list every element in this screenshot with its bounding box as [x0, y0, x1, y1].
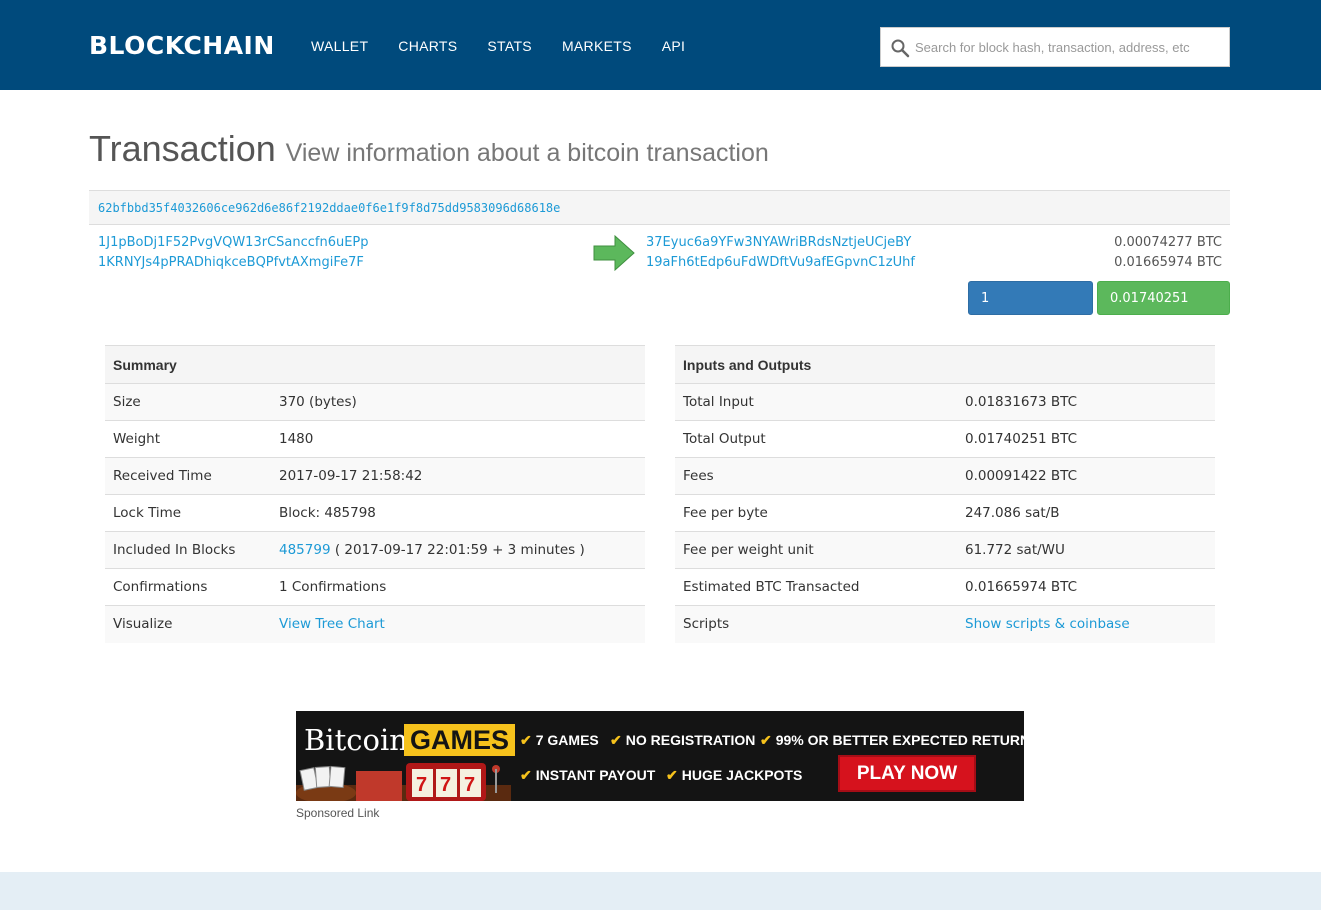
table-row: Scripts Show scripts & coinbase [675, 605, 1215, 643]
row-label: Scripts [675, 605, 957, 643]
top-navbar: BLOCKCHAIN WALLET CHARTS STATS MARKETS A… [0, 0, 1321, 90]
row-value: 61.772 sat/WU [957, 531, 1215, 569]
ad-brand: Bitcoin [304, 723, 408, 757]
row-value: 0.01831673 BTC [957, 383, 1215, 421]
output-amount: 0.00074277 BTC [1114, 235, 1222, 250]
row-value: 485799 ( 2017-09-17 22:01:59 + 3 minutes… [271, 531, 645, 569]
row-label: Total Input [675, 383, 957, 421]
svg-text:7: 7 [464, 774, 475, 796]
row-value: 1 Confirmations [271, 568, 645, 606]
arrow-right-icon [593, 235, 635, 271]
table-row: Fee per byte 247.086 sat/B [675, 494, 1215, 532]
block-link[interactable]: 485799 [279, 542, 331, 558]
row-label: Estimated BTC Transacted [675, 568, 957, 606]
table-row: Received Time 2017-09-17 21:58:42 [105, 457, 645, 495]
main-nav: WALLET CHARTS STATS MARKETS API [311, 38, 715, 54]
tx-hash-link[interactable]: 62bfbbd35f4032606ce962d6e86f2192ddae0f6e… [98, 201, 560, 215]
nav-stats[interactable]: STATS [487, 38, 532, 54]
input-address[interactable]: 1J1pBoDj1F52PvgVQW13rCSanccfn6uEPp [98, 235, 369, 250]
nav-api[interactable]: API [662, 38, 685, 54]
row-value: 1480 [271, 420, 645, 458]
ad-games-badge: GAMES [404, 724, 516, 756]
table-row: Fees 0.00091422 BTC [675, 457, 1215, 495]
row-label: Weight [105, 420, 271, 458]
check-icon: ✔ [666, 767, 678, 783]
table-row: Visualize View Tree Chart [105, 605, 645, 643]
row-value: Show scripts & coinbase [957, 605, 1215, 643]
row-value: 0.00091422 BTC [957, 457, 1215, 495]
footer-band [0, 872, 1321, 910]
brand-logo[interactable]: BLOCKCHAIN [89, 31, 275, 60]
output-amount: 0.01665974 BTC [1114, 255, 1222, 270]
summary-heading: Summary [105, 345, 645, 384]
table-row: Size 370 (bytes) [105, 383, 645, 421]
row-label: Total Output [675, 420, 957, 458]
row-value: 247.086 sat/B [957, 494, 1215, 532]
page-subtitle: View information about a bitcoin transac… [285, 139, 769, 167]
table-row: Weight 1480 [105, 420, 645, 458]
table-row: Fee per weight unit 61.772 sat/WU [675, 531, 1215, 569]
table-row: Estimated BTC Transacted 0.01665974 BTC [675, 568, 1215, 606]
nav-markets[interactable]: MARKETS [562, 38, 632, 54]
row-label: Size [105, 383, 271, 421]
row-label: Confirmations [105, 568, 271, 606]
slot-machine-art: 7 7 7 [296, 763, 511, 801]
table-row: Included In Blocks 485799 ( 2017-09-17 2… [105, 531, 645, 569]
table-row: Total Output 0.01740251 BTC [675, 420, 1215, 458]
search-icon [891, 39, 910, 58]
inputs-outputs-table: Inputs and Outputs Total Input 0.0183167… [675, 345, 1215, 643]
search-input[interactable] [915, 28, 1225, 66]
nav-wallet[interactable]: WALLET [311, 38, 368, 54]
tx-hash-bar: 62bfbbd35f4032606ce962d6e86f2192ddae0f6e… [89, 190, 1230, 225]
ad-feature: ✔ HUGE JACKPOTS [666, 767, 803, 783]
table-row: Confirmations 1 Confirmations [105, 568, 645, 606]
nav-charts[interactable]: CHARTS [398, 38, 457, 54]
ad-feature: ✔ NO REGISTRATION [610, 732, 756, 748]
check-icon: ✔ [760, 732, 772, 748]
row-label: Fees [675, 457, 957, 495]
total-amount-button[interactable]: 0.01740251 BTC [1097, 281, 1230, 340]
ad-feature: ✔ 99% OR BETTER EXPECTED RETURN [760, 732, 1024, 748]
input-address[interactable]: 1KRNYJs4pPRADhiqkceBQPfvtAXmgiFe7F [98, 255, 364, 270]
row-label: Received Time [105, 457, 271, 495]
row-label: Included In Blocks [105, 531, 271, 569]
sponsored-label: Sponsored Link [296, 806, 380, 820]
table-row: Lock Time Block: 485798 [105, 494, 645, 532]
svg-text:7: 7 [416, 774, 427, 796]
ad-banner[interactable]: Bitcoin GAMES ✔ 7 GAMES ✔ NO REGISTRATION … [296, 711, 1024, 801]
row-label: Lock Time [105, 494, 271, 532]
play-now-button[interactable]: PLAY NOW [838, 755, 976, 792]
row-value: 370 (bytes) [271, 383, 645, 421]
check-icon: ✔ [520, 732, 532, 748]
row-label: Fee per weight unit [675, 531, 957, 569]
ad-feature: ✔ 7 GAMES [520, 732, 599, 748]
page-title: Transaction View information about a bit… [89, 128, 769, 170]
view-tree-chart-link[interactable]: View Tree Chart [279, 616, 385, 632]
output-address[interactable]: 37Eyuc6a9YFw3NYAWriBRdsNztjeUCjeBY [646, 235, 911, 250]
io-heading: Inputs and Outputs [675, 345, 1215, 384]
svg-text:7: 7 [440, 774, 451, 796]
summary-table: Summary Size 370 (bytes) Weight 1480 Rec… [105, 345, 645, 643]
page-title-main: Transaction [89, 128, 276, 169]
row-label: Fee per byte [675, 494, 957, 532]
show-scripts-link[interactable]: Show scripts & coinbase [965, 616, 1130, 632]
ad-feature: ✔ INSTANT PAYOUT [520, 767, 656, 783]
check-icon: ✔ [520, 767, 532, 783]
row-value: 0.01665974 BTC [957, 568, 1215, 606]
row-value: 2017-09-17 21:58:42 [271, 457, 645, 495]
output-address[interactable]: 19aFh6tEdp6uFdWDftVu9afEGpvnC1zUhf [646, 255, 915, 270]
row-value: 0.01740251 BTC [957, 420, 1215, 458]
table-row: Total Input 0.01831673 BTC [675, 383, 1215, 421]
row-value: Block: 485798 [271, 494, 645, 532]
search-box [880, 27, 1230, 67]
confirmations-button[interactable]: 1 Confirmations [968, 281, 1093, 340]
block-time: ( 2017-09-17 22:01:59 + 3 minutes ) [330, 542, 585, 558]
row-value: View Tree Chart [271, 605, 645, 643]
row-label: Visualize [105, 605, 271, 643]
check-icon: ✔ [610, 732, 622, 748]
